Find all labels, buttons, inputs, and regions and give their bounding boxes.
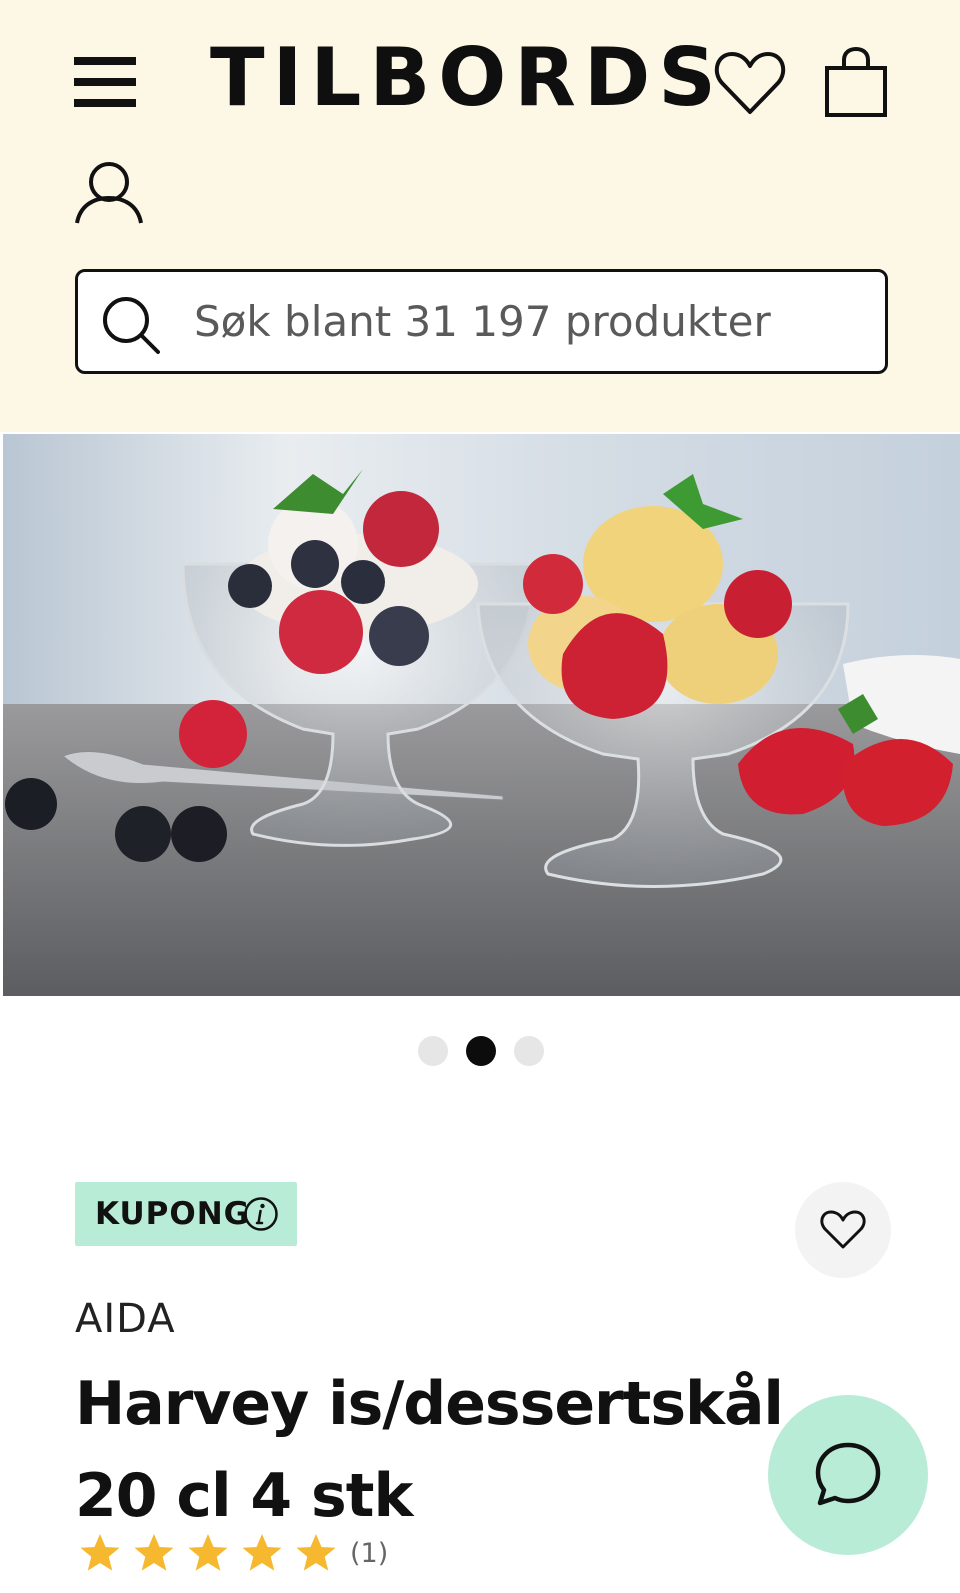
cart-button[interactable] <box>824 46 888 118</box>
coupon-badge-label: KUPONG <box>95 1196 251 1232</box>
info-icon[interactable] <box>243 1196 279 1232</box>
review-count[interactable]: (1) <box>350 1536 388 1572</box>
search-box[interactable] <box>75 269 888 374</box>
chat-button[interactable] <box>768 1395 928 1555</box>
wishlist-button[interactable] <box>714 48 786 118</box>
carousel-dot[interactable] <box>514 1036 544 1066</box>
heart-icon <box>820 1210 866 1249</box>
search-input[interactable] <box>194 286 864 356</box>
carousel-dot-active[interactable] <box>466 1036 496 1066</box>
star-icon <box>188 1534 228 1571</box>
account-button[interactable] <box>74 160 144 226</box>
menu-button[interactable] <box>74 55 136 109</box>
site-logo[interactable]: TILBORDS <box>210 34 716 122</box>
carousel-indicators <box>418 1036 548 1068</box>
add-to-favorites-button[interactable] <box>795 1182 891 1278</box>
carousel-dot[interactable] <box>418 1036 448 1066</box>
product-photo <box>3 434 960 996</box>
user-icon <box>75 162 143 224</box>
search-icon <box>103 297 160 354</box>
star-icon <box>80 1534 120 1571</box>
menu-icon-bar <box>74 57 136 65</box>
product-title: Harvey is/dessertskål 20 cl 4 stk <box>75 1369 784 1531</box>
heart-icon <box>714 52 786 114</box>
product-brand[interactable]: AIDA <box>75 1295 176 1343</box>
product-image[interactable] <box>3 434 960 996</box>
menu-icon-bar <box>74 78 136 86</box>
star-icon <box>296 1534 336 1571</box>
site-header: TILBORDS <box>0 0 960 432</box>
shopping-bag-icon <box>825 46 887 117</box>
chat-bubble-icon <box>815 1442 881 1506</box>
coupon-badge[interactable]: KUPONG <box>75 1182 297 1246</box>
menu-icon-bar <box>74 99 136 107</box>
star-icon <box>242 1534 282 1571</box>
star-icon <box>134 1534 174 1571</box>
